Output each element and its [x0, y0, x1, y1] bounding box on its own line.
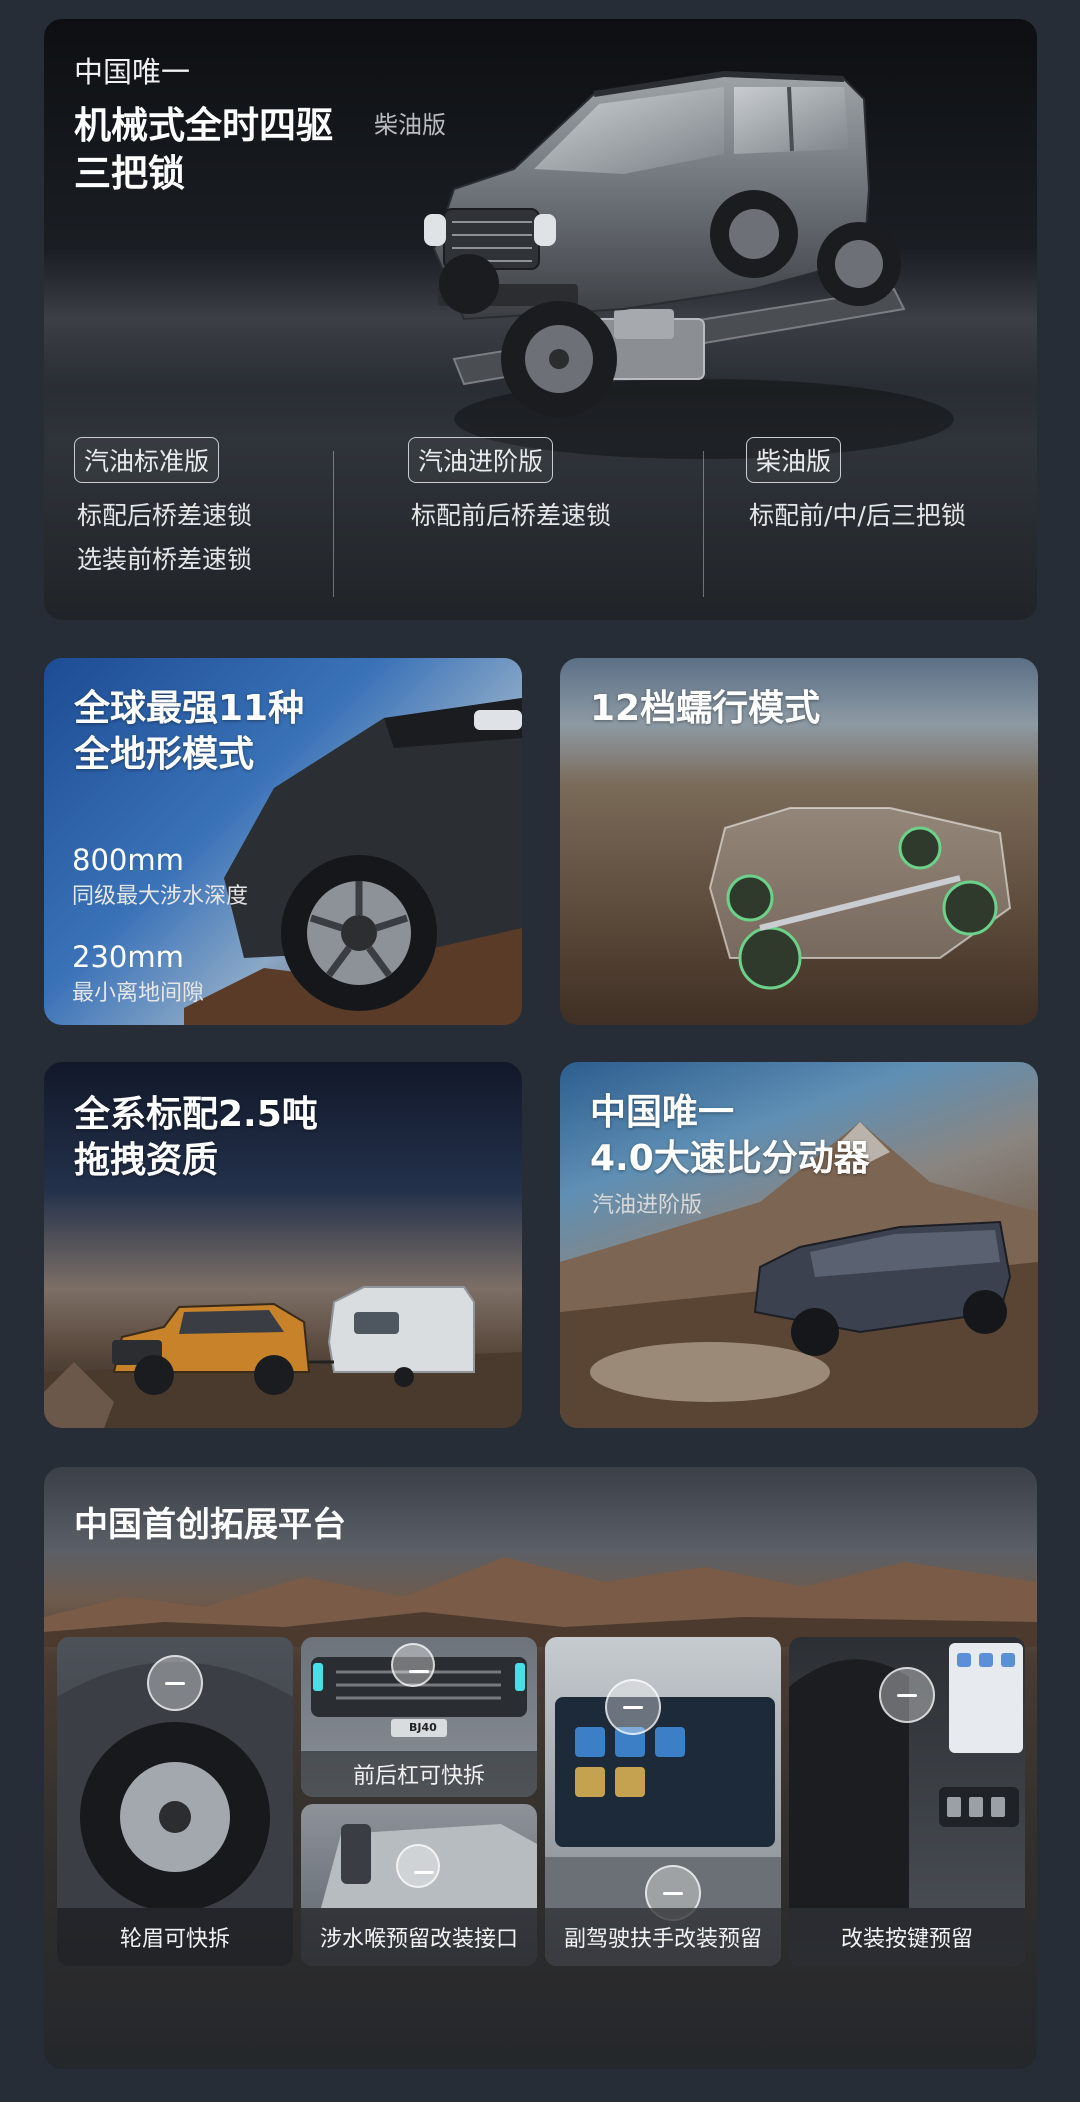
- trim-chip-gas-standard: 汽油标准版: [74, 437, 220, 483]
- panel-label-switches: 改装按键预留: [789, 1908, 1025, 1966]
- trim-desc-gas-advanced: 标配前后桥差速锁: [411, 501, 612, 530]
- trim-desc-gas-standard-2: 选装前桥差速锁: [77, 545, 253, 574]
- transfer-case-card: 中国唯一 4.0大速比分动器 汽油进阶版: [560, 1062, 1038, 1428]
- panel-label-wheel-arch: 轮眉可快拆: [57, 1908, 293, 1966]
- panel-label-bumper: 前后杠可快拆: [301, 1751, 537, 1797]
- wading-depth-value: 800mm: [72, 843, 184, 877]
- hotspot-icon: [605, 1679, 661, 1735]
- terrain-modes-card: 全球最强11种 全地形模式 800mm 同级最大涉水深度 230mm 最小离地间…: [44, 658, 522, 1025]
- suv-towing-caravan-photo: [44, 1286, 522, 1428]
- hero-title-line1: 机械式全时四驱: [74, 104, 333, 147]
- grille-badge: BJ40: [409, 1721, 437, 1734]
- hotspot-icon: [879, 1667, 935, 1723]
- trim-chip-gas-advanced: 汽油进阶版: [408, 437, 554, 483]
- towing-title-line1: 全系标配2.5吨: [74, 1094, 318, 1135]
- towing-card: 全系标配2.5吨 拖拽资质: [44, 1062, 522, 1428]
- hero-kicker: 中国唯一: [74, 55, 191, 89]
- terrain-title-line2: 全地形模式: [74, 734, 255, 775]
- column-divider: [333, 451, 334, 597]
- panel-armrest: 副驾驶扶手改装预留: [545, 1637, 781, 1966]
- ground-clearance-label: 最小离地间隙: [72, 981, 205, 1006]
- panel-label-armrest: 副驾驶扶手改装预留: [545, 1908, 781, 1966]
- hero-title-line2: 三把锁: [74, 152, 185, 195]
- panel-wheel-arch: 轮眉可快拆: [57, 1637, 293, 1966]
- ground-clearance-value: 230mm: [72, 940, 184, 974]
- wading-depth-label: 同级最大涉水深度: [72, 884, 249, 909]
- transfer-subtitle: 汽油进阶版: [592, 1193, 703, 1218]
- column-divider: [703, 451, 704, 597]
- crawl-mode-card: 12档蠕行模式: [560, 658, 1038, 1025]
- towing-title-line2: 拖拽资质: [74, 1140, 219, 1181]
- panel-label-snorkel: 涉水喉预留改装接口: [301, 1908, 537, 1966]
- crawl-title: 12档蠕行模式: [590, 688, 821, 729]
- hotspot-icon: [147, 1655, 203, 1711]
- hotspot-icon: [396, 1844, 440, 1888]
- panel-bumper: BJ40 前后杠可快拆: [301, 1637, 537, 1797]
- panel-snorkel: 涉水喉预留改装接口: [301, 1804, 537, 1966]
- platform-title: 中国首创拓展平台: [74, 1505, 346, 1545]
- transfer-title-line1: 中国唯一: [590, 1092, 735, 1133]
- panel-switches: 改装按键预留: [789, 1637, 1025, 1966]
- hotspot-icon: [391, 1643, 435, 1687]
- suv-chassis-illustration: [424, 70, 954, 459]
- terrain-title-line1: 全球最强11种: [74, 688, 305, 729]
- trim-chip-diesel: 柴油版: [746, 437, 842, 483]
- trim-desc-gas-standard-1: 标配后桥差速锁: [77, 501, 253, 530]
- trim-desc-diesel: 标配前/中/后三把锁: [749, 501, 966, 530]
- expansion-platform-card: 中国首创拓展平台 轮眉可快拆 BJ40 前后杠可快拆 涉水喉预留改装接口 副驾驶…: [44, 1467, 1037, 2069]
- hero-card: 中国唯一 机械式全时四驱 柴油版 三把锁 汽油标准版 标配后桥差速锁 选装前桥差…: [44, 19, 1037, 620]
- transfer-title-line2: 4.0大速比分动器: [590, 1138, 870, 1179]
